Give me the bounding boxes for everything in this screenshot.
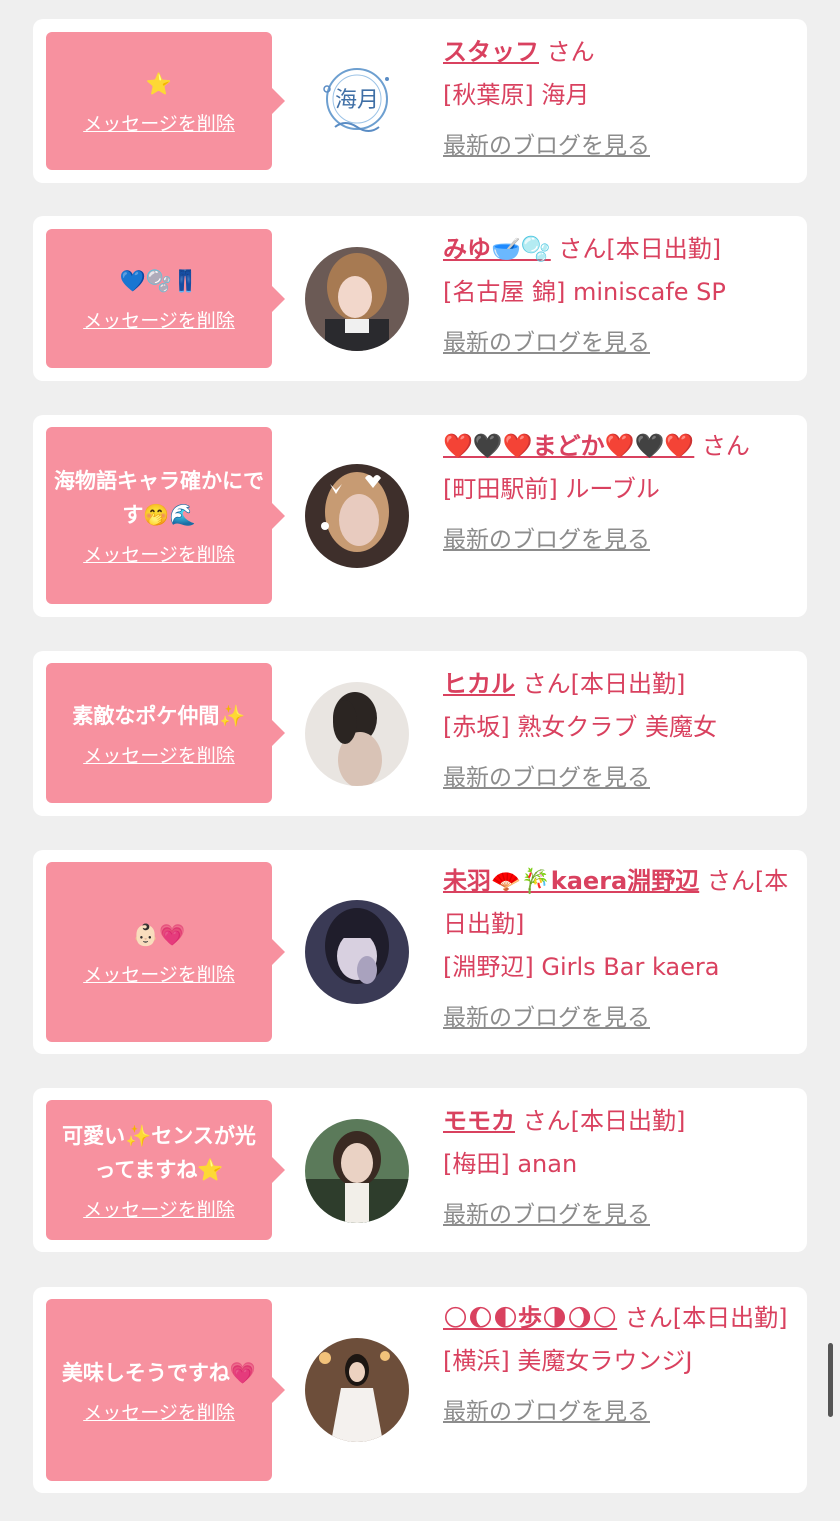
shop-name: [梅田] anan [443,1150,578,1178]
user-name-link[interactable]: 未羽🪭🎋kaera淵野辺 [443,867,699,895]
user-info: 未羽🪭🎋kaera淵野辺 さん[本日出勤] [淵野辺] Girls Bar ka… [443,860,795,1040]
user-name-link[interactable]: モモカ [443,1107,515,1135]
latest-blog-link[interactable]: 最新のブログを見る [443,997,650,1040]
latest-blog-link[interactable]: 最新のブログを見る [443,1391,650,1434]
user-name-link[interactable]: スタッフ [443,38,539,66]
avatar[interactable] [305,464,409,568]
message-card: 💙🫧👖 メッセージを削除 みゆ🥣🫧 さん[本日出勤] [名古屋 錦] minis… [33,216,807,381]
user-info: みゆ🥣🫧 さん[本日出勤] [名古屋 錦] miniscafe SP 最新のブロ… [443,228,795,365]
user-name-link[interactable]: ヒカル [443,670,515,698]
message-bubble: 💙🫧👖 メッセージを削除 [46,229,285,368]
message-bubble: ⭐ メッセージを削除 [46,32,285,170]
user-name-link[interactable]: みゆ🥣🫧 [443,235,551,263]
message-text: 可愛い✨センスが光ってますね⭐ [62,1123,256,1182]
message-text: 海物語キャラ確かにです🤭🌊 [54,469,264,527]
message-text: ⭐ [145,71,173,96]
message-bubble: 可愛い✨センスが光ってますね⭐ メッセージを削除 [46,1100,285,1240]
delete-message-link[interactable]: メッセージを削除 [83,540,235,567]
delete-message-link[interactable]: メッセージを削除 [83,1195,235,1222]
avatar[interactable] [305,682,409,786]
avatar[interactable] [305,1338,409,1442]
message-card: 美味しそうですね💗 メッセージを削除 🌕🌔🌓歩🌗🌖🌕 さん[本日出勤] [横浜]… [33,1287,807,1493]
user-info: ヒカル さん[本日出勤] [赤坂] 熟女クラブ 美魔女 最新のブログを見る [443,663,795,800]
shop-name: [名古屋 錦] miniscafe SP [443,278,726,306]
user-info: ❤️🖤❤️まどか❤️🖤❤️ さん [町田駅前] ルーブル 最新のブログを見る [443,425,795,562]
shop-name: [赤坂] 熟女クラブ 美魔女 [443,713,717,741]
message-bubble: 素敵なポケ仲間✨ メッセージを削除 [46,663,285,803]
message-text: 美味しそうですね💗 [61,1360,257,1385]
message-text: 素敵なポケ仲間✨ [72,703,246,728]
user-info: スタッフ さん [秋葉原] 海月 最新のブログを見る [443,31,795,168]
message-bubble: 海物語キャラ確かにです🤭🌊 メッセージを削除 [46,427,285,604]
shop-name: [淵野辺] Girls Bar kaera [443,953,720,981]
scrollbar[interactable] [828,1343,833,1417]
avatar[interactable] [305,1119,409,1223]
message-card: 可愛い✨センスが光ってますね⭐ メッセージを削除 モモカ さん[本日出勤] [梅… [33,1088,807,1252]
avatar[interactable] [305,247,409,351]
honorific-status: さん [694,432,750,460]
latest-blog-link[interactable]: 最新のブログを見る [443,757,650,800]
honorific-status: さん[本日出勤] [515,1107,686,1135]
delete-message-link[interactable]: メッセージを削除 [83,960,235,987]
message-card: 👶🏻💗 メッセージを削除 未羽🪭🎋kaera淵野辺 さん[本日出勤] [淵野辺]… [33,850,807,1054]
user-name-link[interactable]: 🌕🌔🌓歩🌗🌖🌕 [443,1304,617,1332]
message-text: 💙🫧👖 [119,269,199,293]
honorific-status: さん [539,38,595,66]
delete-message-link[interactable]: メッセージを削除 [83,109,235,136]
svg-text:海月: 海月 [335,88,379,113]
message-card: 素敵なポケ仲間✨ メッセージを削除 ヒカル さん[本日出勤] [赤坂] 熟女クラ… [33,651,807,816]
latest-blog-link[interactable]: 最新のブログを見る [443,1194,650,1237]
delete-message-link[interactable]: メッセージを削除 [83,741,235,768]
avatar[interactable] [305,900,409,1004]
delete-message-link[interactable]: メッセージを削除 [83,1398,235,1425]
message-bubble: 👶🏻💗 メッセージを削除 [46,862,285,1042]
message-text: 👶🏻💗 [132,922,186,947]
latest-blog-link[interactable]: 最新のブログを見る [443,322,650,365]
message-card: ⭐ メッセージを削除 海月 スタッフ さん [秋葉原] 海月 最新のブログを見る [33,19,807,183]
avatar[interactable]: 海月 [305,49,409,153]
message-bubble: 美味しそうですね💗 メッセージを削除 [46,1299,285,1481]
message-card: 海物語キャラ確かにです🤭🌊 メッセージを削除 ❤️🖤❤️まどか❤️🖤❤️ さん … [33,415,807,617]
latest-blog-link[interactable]: 最新のブログを見る [443,125,650,168]
user-info: モモカ さん[本日出勤] [梅田] anan 最新のブログを見る [443,1100,795,1237]
shop-name: [秋葉原] 海月 [443,81,590,109]
user-info: 🌕🌔🌓歩🌗🌖🌕 さん[本日出勤] [横浜] 美魔女ラウンジJ 最新のブログを見る [443,1297,795,1434]
shop-name: [町田駅前] ルーブル [443,475,660,503]
user-name-link[interactable]: ❤️🖤❤️まどか❤️🖤❤️ [443,432,694,460]
delete-message-link[interactable]: メッセージを削除 [83,306,235,333]
latest-blog-link[interactable]: 最新のブログを見る [443,519,650,562]
honorific-status: さん[本日出勤] [617,1304,788,1332]
shop-name: [横浜] 美魔女ラウンジJ [443,1347,693,1375]
honorific-status: さん[本日出勤] [550,235,722,263]
honorific-status: さん[本日出勤] [515,670,686,698]
